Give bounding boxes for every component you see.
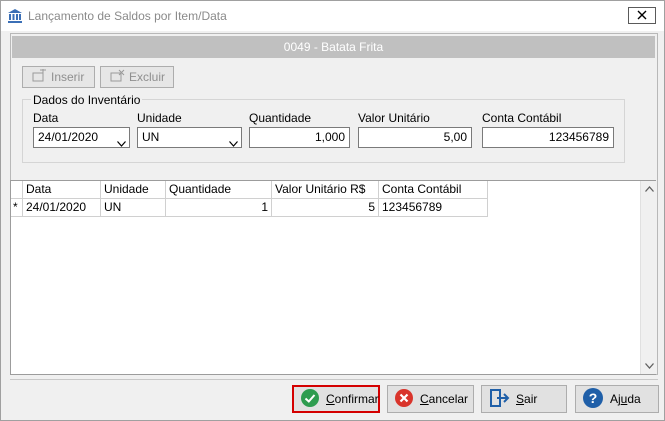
help-label: Ajuda <box>610 392 641 406</box>
cell-date[interactable]: 24/01/2020 <box>23 199 101 217</box>
close-icon <box>637 9 647 23</box>
check-circle-icon <box>294 388 326 411</box>
confirm-button[interactable]: Confirmar <box>292 385 380 413</box>
vertical-scrollbar[interactable] <box>640 181 656 374</box>
confirm-label: Confirmar <box>326 392 379 406</box>
svg-text:?: ? <box>589 390 598 406</box>
unit-price-field[interactable]: 5,00 <box>358 127 472 148</box>
close-button[interactable] <box>628 7 656 24</box>
table-row[interactable]: * 24/01/2020 UN 1 5 123456789 <box>11 199 488 217</box>
column-header-date[interactable]: Data <box>23 181 101 199</box>
date-picker[interactable]: 24/01/2020 <box>33 127 130 148</box>
help-button[interactable]: ? Ajuda <box>575 385 659 413</box>
row-indicator: * <box>11 199 23 217</box>
delete-icon <box>109 69 129 86</box>
cell-quantity[interactable]: 1 <box>166 199 272 217</box>
delete-button[interactable]: Excluir <box>100 66 174 88</box>
column-header-quantity[interactable]: Quantidade <box>166 181 272 199</box>
scroll-up-icon[interactable] <box>641 181 657 197</box>
inventory-grid[interactable]: Data Unidade Quantidade Valor Unitário R… <box>10 180 656 375</box>
grid-header-row: Data Unidade Quantidade Valor Unitário R… <box>11 181 488 199</box>
footer-divider <box>10 379 658 380</box>
account-field[interactable]: 123456789 <box>482 127 614 148</box>
chevron-down-icon[interactable] <box>229 134 238 153</box>
chevron-down-icon[interactable] <box>117 134 126 153</box>
product-header: 0049 - Batata Frita <box>12 36 655 58</box>
inventory-legend: Dados do Inventário <box>31 93 143 107</box>
exit-label: Sair <box>516 392 538 406</box>
column-header-unit-price[interactable]: Valor Unitário R$ <box>272 181 379 199</box>
scroll-down-icon[interactable] <box>641 358 657 374</box>
delete-label: Excluir <box>129 70 166 84</box>
unit-value: UN <box>142 130 160 144</box>
help-icon: ? <box>576 387 610 412</box>
date-value: 24/01/2020 <box>38 130 99 144</box>
row-indicator-header <box>11 181 23 199</box>
unit-price-label: Valor Unitário <box>358 111 430 125</box>
unit-label: Unidade <box>137 111 182 125</box>
exit-door-icon <box>482 388 516 411</box>
dialog-window: Lançamento de Saldos por Item/Data 0049 … <box>0 0 665 421</box>
window-title: Lançamento de Saldos por Item/Data <box>28 9 227 23</box>
bank-icon <box>8 9 22 23</box>
insert-label: Inserir <box>51 70 85 84</box>
cancel-circle-icon <box>388 388 420 411</box>
cell-account[interactable]: 123456789 <box>379 199 488 217</box>
cancel-button[interactable]: Cancelar <box>387 385 474 413</box>
cancel-label: Cancelar <box>420 392 469 406</box>
title-bar: Lançamento de Saldos por Item/Data <box>1 1 664 31</box>
exit-button[interactable]: Sair <box>481 385 567 413</box>
insert-icon <box>31 68 51 86</box>
account-label: Conta Contábil <box>482 111 562 125</box>
cell-unit-price[interactable]: 5 <box>272 199 379 217</box>
quantity-field[interactable]: 1,000 <box>249 127 350 148</box>
cell-unit[interactable]: UN <box>101 199 166 217</box>
quantity-label: Quantidade <box>249 111 312 125</box>
column-header-unit[interactable]: Unidade <box>101 181 166 199</box>
insert-button[interactable]: Inserir <box>22 66 95 88</box>
date-label: Data <box>33 111 59 125</box>
column-header-account[interactable]: Conta Contábil <box>379 181 488 199</box>
unit-select[interactable]: UN <box>137 127 242 148</box>
